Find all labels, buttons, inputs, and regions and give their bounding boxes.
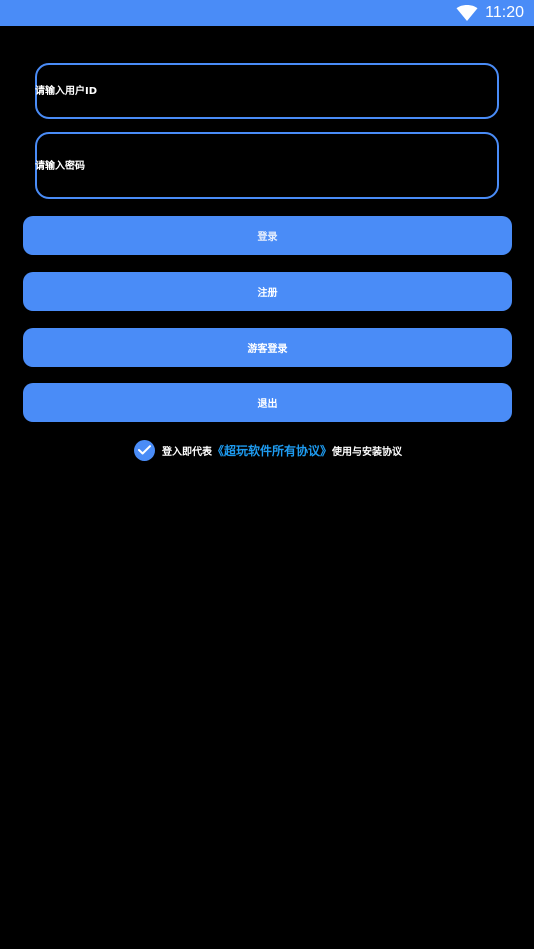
password-field[interactable] bbox=[35, 132, 499, 199]
agreement-suffix: 使用与安装协议 bbox=[332, 446, 403, 458]
agreement-checkbox[interactable] bbox=[134, 439, 155, 461]
wifi-icon bbox=[456, 5, 478, 21]
agreement-text: 登入即代表《超玩软件所有协议》使用与安装协议 bbox=[162, 442, 402, 459]
checkmark-icon bbox=[138, 445, 151, 455]
agreement-row: 登入即代表《超玩软件所有协议》使用与安装协议 bbox=[134, 439, 402, 461]
agreement-prefix: 登入即代表 bbox=[162, 446, 212, 458]
status-bar: 11:20 bbox=[0, 0, 534, 26]
user-id-field[interactable] bbox=[35, 63, 499, 119]
agreement-link[interactable]: 《超玩软件所有协议》 bbox=[212, 444, 332, 458]
guest-login-button[interactable]: 游客登录 bbox=[23, 328, 512, 367]
status-time: 11:20 bbox=[485, 4, 524, 21]
register-button[interactable]: 注册 bbox=[23, 272, 512, 311]
user-id-input[interactable] bbox=[35, 83, 475, 99]
exit-button[interactable]: 退出 bbox=[23, 383, 512, 422]
login-button[interactable]: 登录 bbox=[23, 216, 512, 255]
password-input[interactable] bbox=[35, 158, 475, 174]
